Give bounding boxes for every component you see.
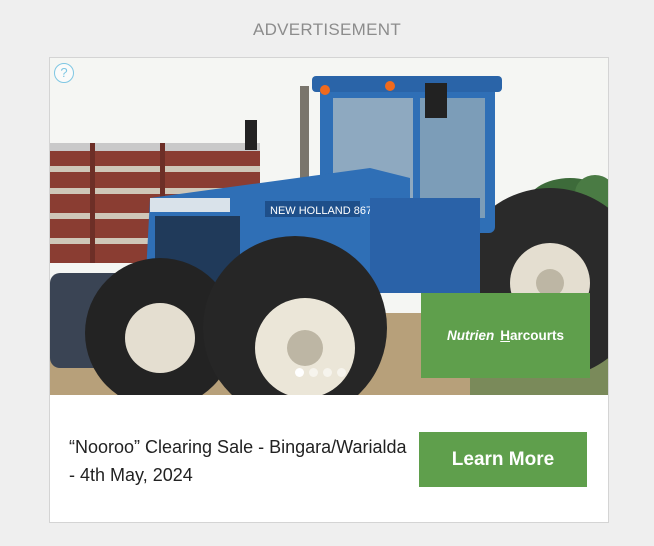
- carousel-dot[interactable]: [337, 368, 346, 377]
- brand-logo: Nutrien Harcourts: [421, 293, 590, 378]
- brand-name-initial: H: [500, 328, 510, 343]
- tractor-model-text: NEW HOLLAND 8670: [270, 205, 378, 217]
- carousel-dot[interactable]: [309, 368, 318, 377]
- adchoices-icon[interactable]: ?: [54, 63, 74, 83]
- carousel-indicators: [295, 368, 346, 377]
- brand-name-part1: Nutrien: [446, 328, 495, 343]
- ad-card[interactable]: NEW HOLLAND 8670 ? Nutrien Harcourts “No…: [49, 57, 609, 523]
- carousel-dot[interactable]: [295, 368, 304, 377]
- ad-caption[interactable]: “Nooroo” Clearing Sale - Bingara/Wariald…: [69, 433, 409, 489]
- brand-name-part2: arcourts: [509, 328, 565, 343]
- ad-image[interactable]: NEW HOLLAND 8670 ? Nutrien Harcourts: [50, 58, 608, 395]
- carousel-dot[interactable]: [323, 368, 332, 377]
- learn-more-button[interactable]: Learn More: [419, 432, 587, 487]
- advertisement-label: ADVERTISEMENT: [252, 20, 402, 39]
